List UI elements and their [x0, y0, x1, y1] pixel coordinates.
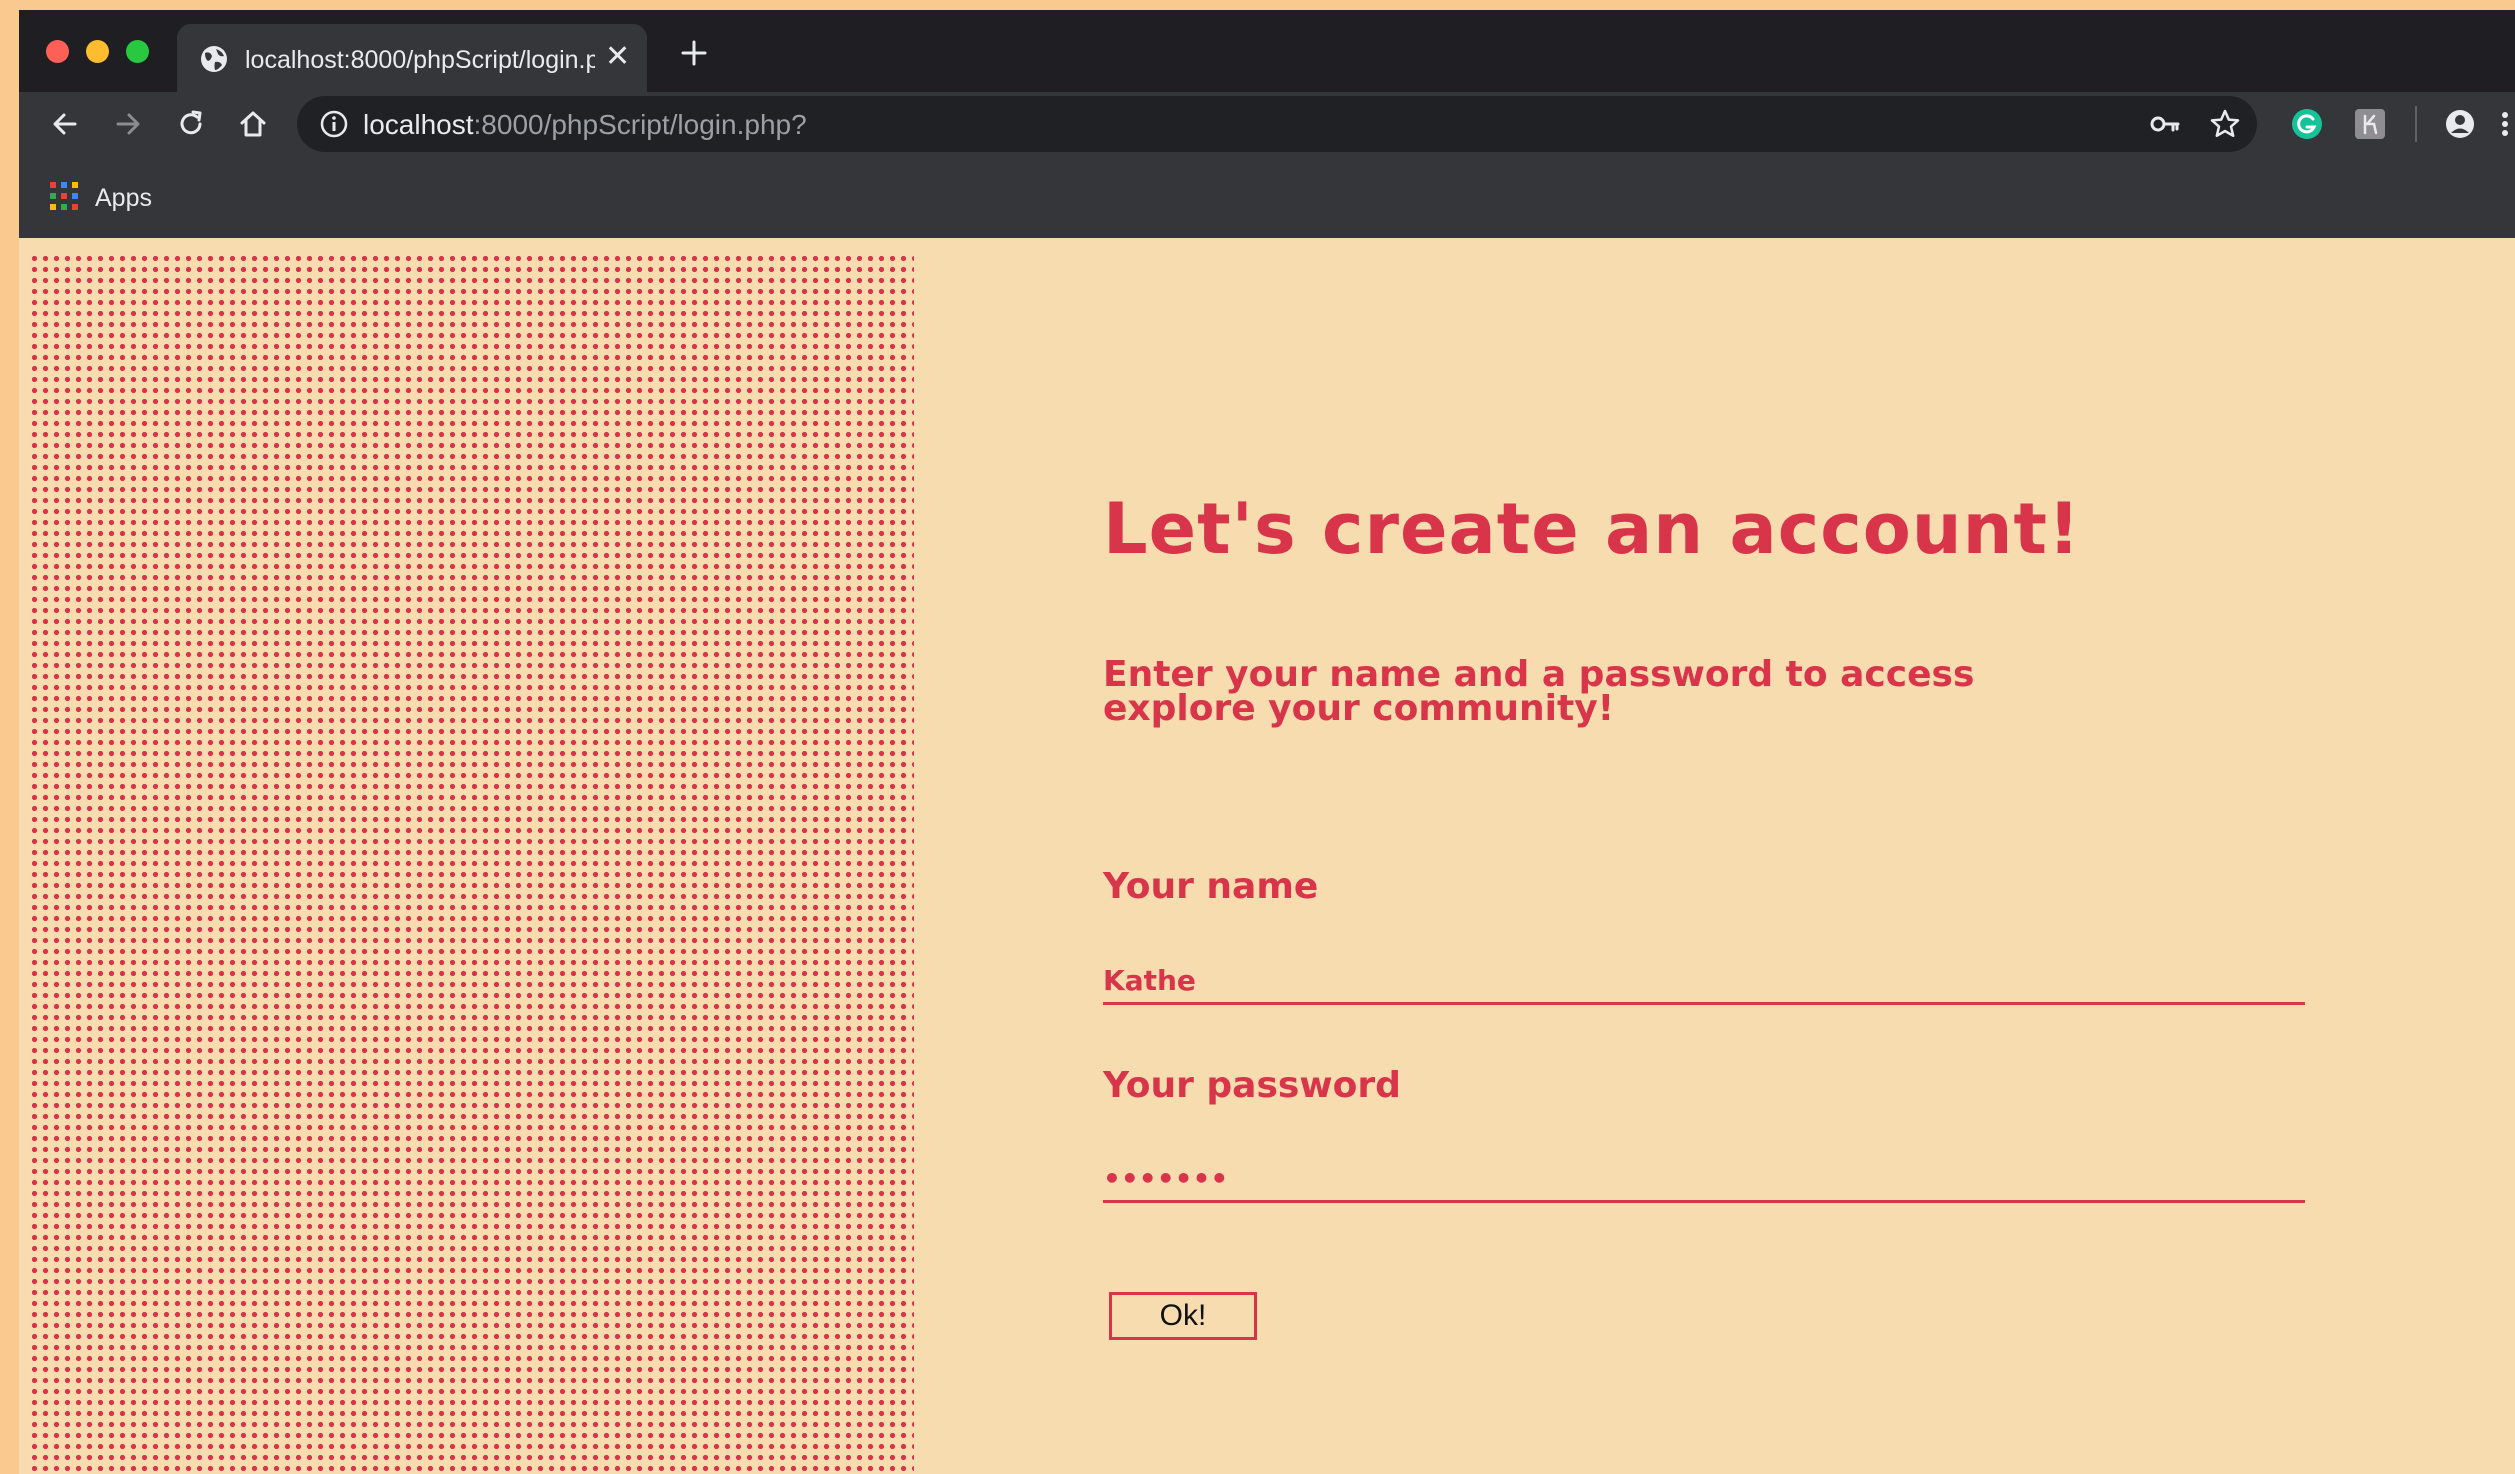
- menu-icon[interactable]: [2499, 108, 2511, 140]
- info-icon[interactable]: [319, 109, 349, 139]
- minimize-window-button[interactable]: [86, 40, 109, 63]
- reload-icon[interactable]: [175, 108, 207, 140]
- grammarly-icon[interactable]: [2291, 108, 2323, 140]
- star-icon[interactable]: [2209, 108, 2241, 140]
- apps-grid-icon[interactable]: [49, 181, 79, 211]
- dot-pattern-panel: [29, 253, 914, 1474]
- login-page: Let's create an account! Enter your name…: [19, 238, 2515, 1474]
- tab-close-icon[interactable]: ✕: [605, 42, 630, 72]
- tab-bar: localhost:8000/phpScript/login.php ✕: [19, 10, 2515, 92]
- address-url[interactable]: localhost:8000/phpScript/login.php?: [363, 109, 807, 141]
- submit-button[interactable]: Ok!: [1109, 1292, 1257, 1340]
- forward-icon[interactable]: [112, 108, 144, 140]
- page-title: Let's create an account!: [1103, 488, 2081, 570]
- password-input[interactable]: [1103, 1156, 2305, 1203]
- name-input[interactable]: [1103, 958, 2305, 1005]
- address-bar[interactable]: localhost:8000/phpScript/login.php?: [297, 96, 2257, 152]
- extension-icon[interactable]: [2354, 108, 2386, 140]
- globe-icon: [201, 46, 227, 72]
- maximize-window-button[interactable]: [126, 40, 149, 63]
- page-subtitle: Enter your name and a password to access…: [1103, 654, 1975, 729]
- close-window-button[interactable]: [46, 40, 69, 63]
- password-label: Your password: [1103, 1065, 1401, 1106]
- url-path: :8000/phpScript/login.php?: [473, 109, 807, 140]
- tab-title: localhost:8000/phpScript/login.php: [245, 46, 595, 74]
- url-host: localhost: [363, 109, 474, 140]
- tab-active[interactable]: localhost:8000/phpScript/login.php ✕: [177, 24, 647, 92]
- apps-bookmark[interactable]: Apps: [95, 184, 152, 213]
- key-icon[interactable]: [2149, 110, 2181, 138]
- bookmarks-bar: Apps: [19, 156, 2515, 238]
- name-label: Your name: [1103, 866, 1319, 907]
- profile-icon[interactable]: [2444, 108, 2476, 140]
- home-icon[interactable]: [237, 108, 269, 140]
- toolbar: localhost:8000/phpScript/login.php?: [19, 92, 2515, 156]
- back-icon[interactable]: [49, 108, 81, 140]
- plus-icon[interactable]: [679, 38, 709, 68]
- browser-window: localhost:8000/phpScript/login.php ✕ loc…: [19, 10, 2515, 1474]
- toolbar-divider: [2415, 106, 2417, 142]
